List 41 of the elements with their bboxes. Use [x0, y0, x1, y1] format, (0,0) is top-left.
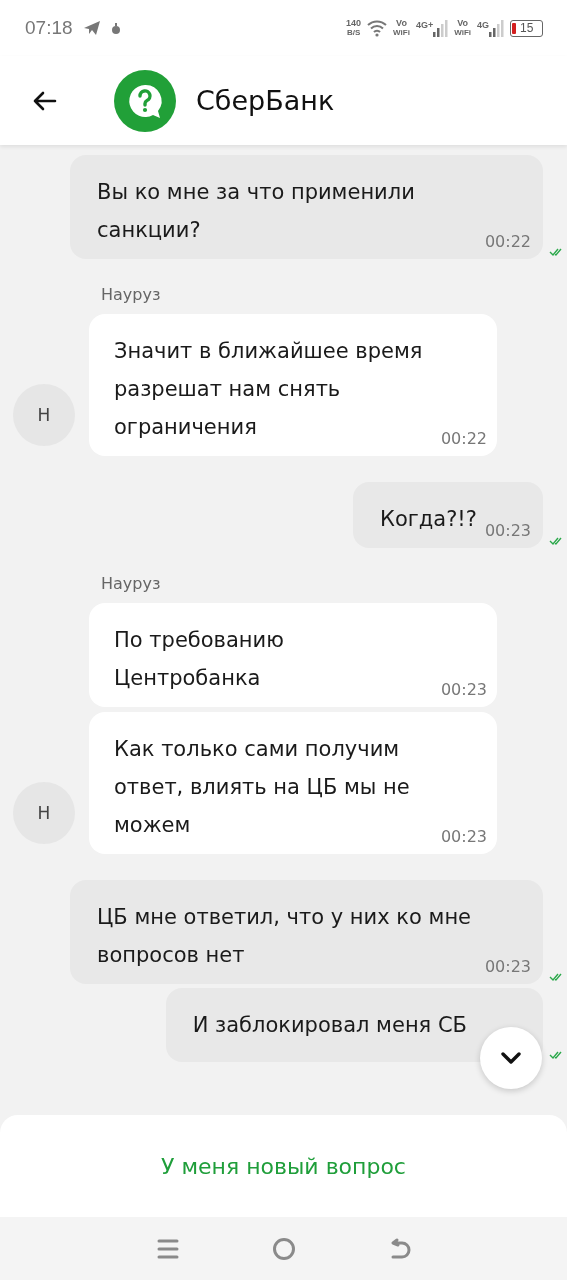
clock-time: 07:18	[25, 17, 73, 39]
signal-icon	[433, 19, 449, 37]
volte-label: Vo	[396, 19, 407, 28]
network-type: 4G	[477, 19, 489, 30]
back-arrow-icon[interactable]	[33, 89, 57, 112]
chat-title: СберБанк	[196, 85, 335, 116]
message-time: 00:22	[440, 429, 487, 448]
message-text: ЦБ мне ответил, что у них ко мне вопросов нет	[97, 904, 473, 969]
paper-plane-icon	[82, 20, 101, 36]
battery-low-icon	[512, 22, 516, 34]
network-speed: 140	[346, 19, 362, 28]
avatar-circle: Н	[13, 384, 75, 446]
message-time: 00:23	[440, 827, 487, 846]
chat-question-logo-icon	[114, 69, 176, 132]
message-time: 00:23	[484, 957, 531, 976]
home-icon[interactable]	[271, 1236, 296, 1261]
chevron-down-icon	[500, 1051, 522, 1065]
signal-icon	[489, 19, 504, 37]
battery-percent: 15	[520, 21, 534, 35]
speed-unit: B/S	[346, 28, 361, 37]
message-time: 00:22	[484, 232, 531, 251]
message-text: Когда?!?	[380, 506, 477, 533]
wifi-icon	[367, 19, 388, 37]
stopwatch-icon	[110, 21, 121, 35]
network-type: 4G+	[415, 19, 434, 30]
message-time: 00:23	[484, 521, 531, 540]
new-question-button[interactable]: У меня новый вопрос	[149, 1145, 418, 1187]
scroll-down-button[interactable]	[480, 1027, 542, 1089]
wifi-label: WiFi	[454, 28, 471, 37]
avatar-circle: Н	[13, 782, 75, 844]
message-time: 00:23	[440, 680, 487, 699]
message-text: И заблокировал меня СБ	[192, 1012, 467, 1039]
sender-name: Науруз	[101, 285, 162, 304]
message-text: Как только сами получим ответ, влиять на ЦБ мы не можем	[114, 736, 411, 839]
message-text: Значит в ближайшее время разрешат нам снять ограничения	[114, 338, 424, 441]
wifi-label: WiFi	[393, 28, 410, 37]
message-text: По требованию Центробанка	[114, 627, 285, 692]
message-text: Вы ко мне за что применили санкции?	[97, 179, 416, 244]
sender-name: Науруз	[101, 574, 162, 593]
menu-icon[interactable]	[156, 1237, 179, 1260]
volte-label: Vo	[457, 19, 468, 28]
